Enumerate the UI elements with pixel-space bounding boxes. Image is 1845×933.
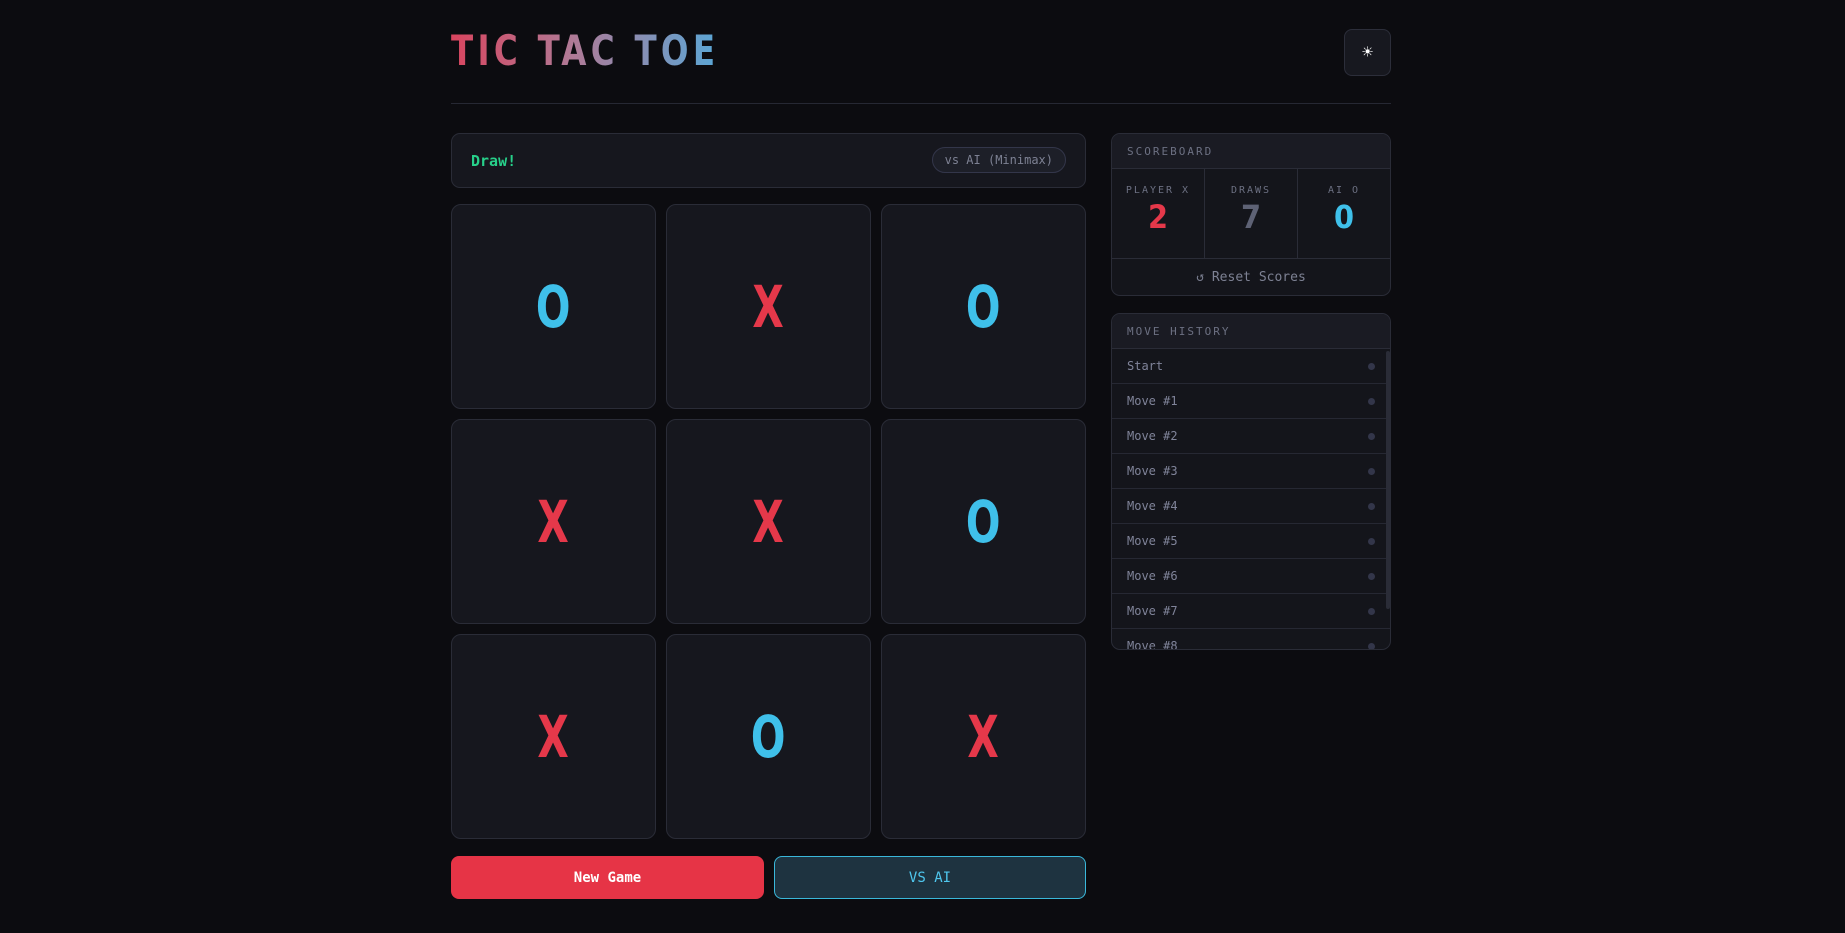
dot-icon xyxy=(1368,502,1375,510)
cell-mark: X xyxy=(752,487,785,556)
history-item-label: Move #4 xyxy=(1127,499,1178,513)
history-item[interactable]: Move #2 xyxy=(1112,419,1390,454)
board-cell-1[interactable]: O xyxy=(451,204,656,409)
board-cell-7[interactable]: X xyxy=(451,634,656,839)
history-item[interactable]: Move #1 xyxy=(1112,384,1390,419)
reset-scores-button[interactable]: ↺ Reset Scores xyxy=(1112,259,1390,295)
dot-icon xyxy=(1368,467,1375,475)
sun-icon: ☀ xyxy=(1362,42,1373,63)
board-cell-2[interactable]: X xyxy=(666,204,871,409)
cell-mark: O xyxy=(751,702,786,771)
score-value: 0 xyxy=(1333,198,1355,236)
game-status: Draw! xyxy=(471,152,517,170)
cell-mark: X xyxy=(752,272,785,341)
score-value: 2 xyxy=(1147,198,1169,236)
history-item[interactable]: Move #4 xyxy=(1112,489,1390,524)
cell-mark: O xyxy=(966,487,1001,556)
history-item-label: Move #1 xyxy=(1127,394,1178,408)
move-history-title: MOVE HISTORY xyxy=(1112,314,1390,349)
game-title: TIC TAC TOE xyxy=(451,26,720,75)
dot-icon xyxy=(1368,397,1375,405)
board-cell-5[interactable]: X xyxy=(666,419,871,624)
history-item-label: Move #8 xyxy=(1127,639,1178,649)
history-item[interactable]: Start xyxy=(1112,349,1390,384)
dot-icon xyxy=(1368,537,1375,545)
dot-icon xyxy=(1368,642,1375,649)
cell-mark: O xyxy=(966,272,1001,341)
history-item[interactable]: Move #8 xyxy=(1112,629,1390,649)
dot-icon xyxy=(1368,432,1375,440)
history-scrollbar[interactable] xyxy=(1386,351,1390,609)
score-row: PLAYER X 2 DRAWS 7 AI O 0 xyxy=(1112,169,1390,259)
scoreboard-panel: SCOREBOARD PLAYER X 2 DRAWS 7 AI O 0 ↺ R… xyxy=(1111,133,1391,296)
header: TIC TAC TOE ☀ xyxy=(451,24,1391,104)
dot-icon xyxy=(1368,572,1375,580)
ai-o-score: AI O 0 xyxy=(1298,169,1390,258)
dot-icon xyxy=(1368,607,1375,615)
score-label: PLAYER X xyxy=(1125,185,1191,196)
new-game-button[interactable]: New Game xyxy=(451,856,764,899)
board-cell-4[interactable]: X xyxy=(451,419,656,624)
score-label: DRAWS xyxy=(1230,185,1272,196)
history-item[interactable]: Move #5 xyxy=(1112,524,1390,559)
history-item[interactable]: Move #6 xyxy=(1112,559,1390,594)
cell-mark: X xyxy=(537,487,570,556)
draws-score: DRAWS 7 xyxy=(1205,169,1298,258)
board-cell-6[interactable]: O xyxy=(881,419,1086,624)
game-board: O X O X X O X O X xyxy=(451,204,1086,840)
cell-mark: O xyxy=(536,272,571,341)
history-item-label: Move #5 xyxy=(1127,534,1178,548)
dot-icon xyxy=(1368,362,1375,370)
history-item-label: Start xyxy=(1127,359,1164,373)
score-value: 7 xyxy=(1240,198,1262,236)
theme-toggle-button[interactable]: ☀ xyxy=(1344,29,1391,76)
history-item-label: Move #2 xyxy=(1127,429,1178,443)
status-bar: Draw! vs AI (Minimax) xyxy=(451,133,1086,188)
move-history-panel: MOVE HISTORY Start Move #1 Move #2 Move … xyxy=(1111,313,1391,650)
cell-mark: X xyxy=(967,702,1000,771)
history-item-label: Move #3 xyxy=(1127,464,1178,478)
history-item-label: Move #6 xyxy=(1127,569,1178,583)
board-cell-9[interactable]: X xyxy=(881,634,1086,839)
history-item-label: Move #7 xyxy=(1127,604,1178,618)
score-label: AI O xyxy=(1327,185,1361,196)
cell-mark: X xyxy=(537,702,570,771)
board-cell-8[interactable]: O xyxy=(666,634,871,839)
history-list: Start Move #1 Move #2 Move #3 Move #4 Mo… xyxy=(1112,349,1390,649)
vs-ai-button[interactable]: VS AI xyxy=(774,856,1086,899)
history-item[interactable]: Move #3 xyxy=(1112,454,1390,489)
board-cell-3[interactable]: O xyxy=(881,204,1086,409)
history-item[interactable]: Move #7 xyxy=(1112,594,1390,629)
scoreboard-title: SCOREBOARD xyxy=(1112,134,1390,169)
mode-badge: vs AI (Minimax) xyxy=(931,147,1066,173)
player-x-score: PLAYER X 2 xyxy=(1112,169,1205,258)
